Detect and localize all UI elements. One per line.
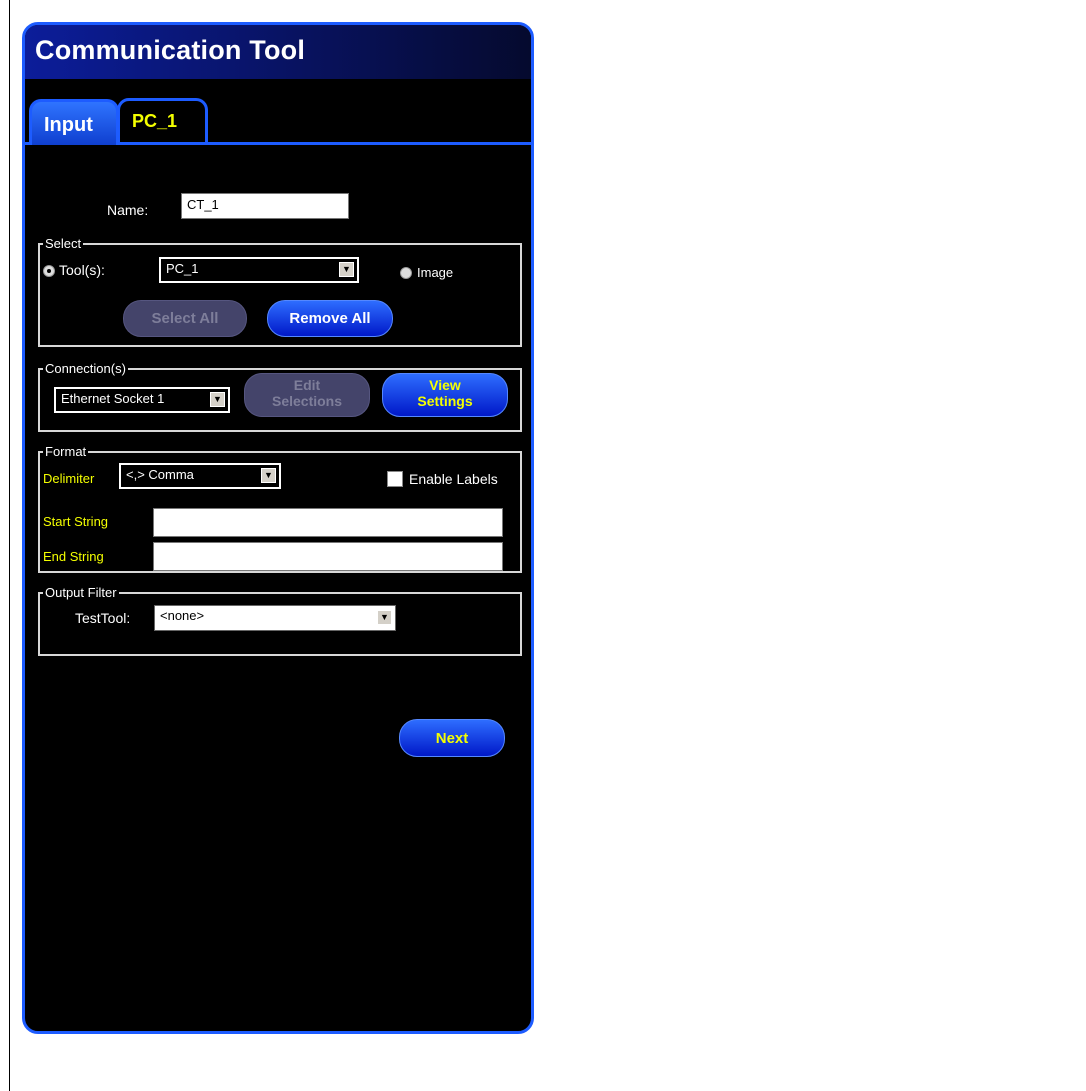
chevron-down-icon: ▼ xyxy=(261,468,276,483)
tools-radio[interactable] xyxy=(43,265,55,277)
view-settings-line1: View xyxy=(429,377,461,393)
testtool-dropdown-value: <none> xyxy=(160,608,205,623)
select-all-button[interactable]: Select All xyxy=(123,300,247,337)
tools-label: Tool(s): xyxy=(59,262,105,278)
enable-labels-checkbox[interactable] xyxy=(387,471,403,487)
title-bar: Communication Tool xyxy=(25,25,531,79)
next-button[interactable]: Next xyxy=(399,719,505,757)
edit-selections-line1: Edit xyxy=(293,377,321,393)
edit-selections-button[interactable]: Edit Selections xyxy=(244,373,370,417)
chevron-down-icon: ▼ xyxy=(339,262,354,277)
window-title: Communication Tool xyxy=(35,35,306,65)
tab-pc-1-label: PC_1 xyxy=(132,111,178,131)
view-settings-button[interactable]: View Settings xyxy=(382,373,508,417)
connections-group-label: Connection(s) xyxy=(43,361,128,376)
edit-selections-line2: Selections xyxy=(271,393,343,409)
remove-all-button[interactable]: Remove All xyxy=(267,300,393,337)
view-settings-line2: Settings xyxy=(417,393,473,409)
testtool-label: TestTool: xyxy=(75,610,131,626)
name-label: Name: xyxy=(107,202,149,218)
tools-dropdown-value: PC_1 xyxy=(166,261,199,276)
image-radio[interactable] xyxy=(400,267,412,279)
page-left-rule xyxy=(9,0,10,1091)
testtool-dropdown[interactable]: <none> ▼ xyxy=(154,605,396,631)
select-group-label: Select xyxy=(43,236,84,251)
chevron-down-icon: ▼ xyxy=(210,392,225,407)
chevron-down-icon: ▼ xyxy=(377,610,392,625)
tab-input-label: Input xyxy=(44,114,93,136)
connection-dropdown[interactable]: Ethernet Socket 1 ▼ xyxy=(54,387,230,413)
format-group-label: Format xyxy=(43,444,89,459)
enable-labels-label: Enable Labels xyxy=(409,471,498,487)
name-input[interactable]: CT_1 xyxy=(181,193,349,219)
tab-input[interactable]: Input xyxy=(29,99,119,145)
tab-pc-1[interactable]: PC_1 xyxy=(117,98,208,143)
end-string-input[interactable] xyxy=(153,542,503,571)
communication-tool-panel: Communication Tool Input PC_1 Name: CT_1… xyxy=(22,22,534,1034)
delimiter-label: Delimiter xyxy=(43,471,95,486)
connection-dropdown-value: Ethernet Socket 1 xyxy=(61,391,165,406)
start-string-label: Start String xyxy=(43,514,109,529)
tools-dropdown[interactable]: PC_1 ▼ xyxy=(159,257,359,283)
delimiter-dropdown[interactable]: <,> Comma ▼ xyxy=(119,463,281,489)
delimiter-dropdown-value: <,> Comma xyxy=(126,467,194,482)
image-label: Image xyxy=(417,265,454,280)
start-string-input[interactable] xyxy=(153,508,503,537)
end-string-label: End String xyxy=(43,549,104,564)
output-filter-group-label: Output Filter xyxy=(43,585,119,600)
